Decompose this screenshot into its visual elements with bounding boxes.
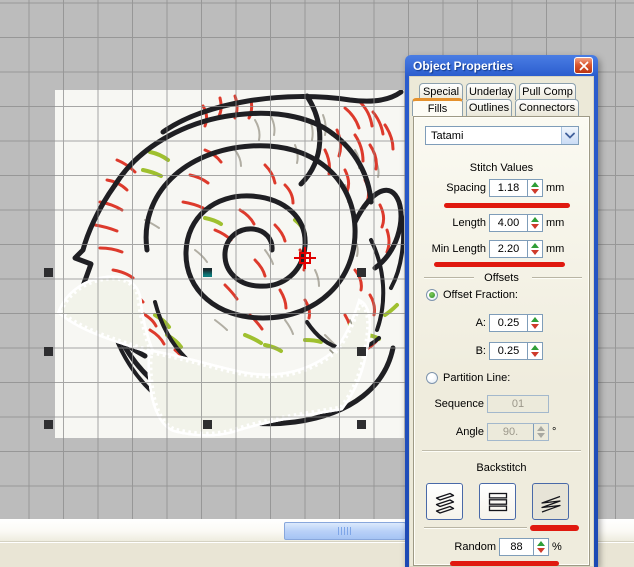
separator <box>424 527 527 529</box>
annotation-underline-random <box>450 561 559 566</box>
angle-row: Angle ° <box>420 423 585 441</box>
tab-outlines[interactable]: Outlines <box>466 99 512 116</box>
spacing-label: Spacing <box>420 182 486 194</box>
fill-type-value: Tatami <box>431 130 463 142</box>
rose-artwork-image[interactable] <box>55 90 404 438</box>
fills-tab-panel: Tatami Stitch Values Spacing mm <box>413 116 590 566</box>
annotation-underline-min-length <box>434 262 565 267</box>
random-unit: % <box>552 541 562 553</box>
offset-a-spinner[interactable] <box>527 315 542 331</box>
sequence-label: Sequence <box>420 398 484 410</box>
partition-line-radio-row[interactable]: Partition Line: <box>426 371 510 385</box>
length-spinner[interactable] <box>527 215 542 231</box>
random-spinner[interactable] <box>533 539 548 555</box>
selection-handle-bottom-left[interactable] <box>44 420 53 429</box>
angle-spinner[interactable] <box>533 424 548 440</box>
offset-fraction-label: Offset Fraction: <box>443 289 518 301</box>
spacing-input[interactable] <box>490 180 527 196</box>
min-length-input[interactable] <box>490 241 527 257</box>
selection-handle-top-left[interactable] <box>44 268 53 277</box>
length-label: Length <box>420 217 486 229</box>
partition-line-label: Partition Line: <box>443 372 510 384</box>
annotation-underline-spacing <box>444 203 570 208</box>
tab-connectors[interactable]: Connectors <box>515 99 579 116</box>
tab-fills[interactable]: Fills <box>412 98 463 116</box>
selection-handle-middle-left[interactable] <box>44 347 53 356</box>
offset-b-field[interactable] <box>489 342 543 360</box>
angle-label: Angle <box>420 426 484 438</box>
dialog-title: Object Properties <box>413 59 513 73</box>
sequence-field[interactable] <box>487 395 549 413</box>
offset-b-label: B: <box>420 345 486 357</box>
length-field[interactable] <box>489 214 543 232</box>
min-length-label: Min Length <box>420 243 486 255</box>
tab-underlay[interactable]: Underlay <box>466 83 516 100</box>
offset-b-row: B: <box>420 342 585 360</box>
backstitch-option-aligned-rows[interactable] <box>479 483 516 520</box>
object-properties-dialog: Object Properties Special Underlay Pull … <box>405 55 598 567</box>
length-input[interactable] <box>490 215 527 231</box>
selection-handle-top-middle[interactable] <box>203 268 212 277</box>
offset-a-row: A: <box>420 314 585 332</box>
dialog-title-bar[interactable]: Object Properties <box>409 55 594 76</box>
angle-unit: ° <box>552 426 556 438</box>
offset-a-input[interactable] <box>490 315 527 331</box>
selection-handle-top-right[interactable] <box>357 268 366 277</box>
backstitch-aligned-rows-icon <box>485 489 511 515</box>
length-row: Length mm <box>420 214 585 232</box>
sequence-input[interactable] <box>488 396 548 412</box>
scrollbar-grip-icon <box>338 527 352 535</box>
selection-handle-middle-right[interactable] <box>357 347 366 356</box>
min-length-spinner[interactable] <box>527 241 542 257</box>
offset-fraction-radio[interactable] <box>426 289 438 301</box>
random-label: Random <box>420 541 496 553</box>
partition-line-radio[interactable] <box>426 372 438 384</box>
backstitch-offset-rows-icon <box>432 489 458 515</box>
offset-a-label: A: <box>420 317 486 329</box>
angle-field[interactable] <box>487 423 549 441</box>
tab-pull-comp[interactable]: Pull Comp <box>519 83 576 100</box>
backstitch-option-offset-rows[interactable] <box>426 483 463 520</box>
selection-handle-bottom-middle[interactable] <box>203 420 212 429</box>
spacing-field[interactable] <box>489 179 543 197</box>
close-button[interactable] <box>574 57 593 74</box>
backstitch-diagonal-rows-icon <box>538 489 564 515</box>
selection-handle-bottom-right[interactable] <box>357 420 366 429</box>
min-length-unit: mm <box>546 243 564 255</box>
scrollbar-thumb[interactable] <box>284 522 406 540</box>
separator <box>422 450 581 452</box>
needle-position-marker <box>294 247 316 269</box>
offset-a-field[interactable] <box>489 314 543 332</box>
application-window: Object Properties Special Underlay Pull … <box>0 0 634 567</box>
angle-input[interactable] <box>488 424 533 440</box>
stitch-values-heading: Stitch Values <box>414 162 589 174</box>
fill-type-dropdown[interactable]: Tatami <box>425 126 579 145</box>
annotation-underline-backstitch <box>530 525 579 531</box>
offset-b-spinner[interactable] <box>527 343 542 359</box>
chevron-down-icon[interactable] <box>561 127 578 144</box>
offsets-heading: Offsets <box>414 272 589 284</box>
offset-b-input[interactable] <box>490 343 527 359</box>
min-length-field[interactable] <box>489 240 543 258</box>
rose-drawing <box>55 90 404 438</box>
offset-fraction-radio-row[interactable]: Offset Fraction: <box>426 288 518 302</box>
close-icon <box>579 61 589 71</box>
random-field[interactable] <box>499 538 549 556</box>
spacing-unit: mm <box>546 182 564 194</box>
spacing-spinner[interactable] <box>527 180 542 196</box>
random-row: Random % <box>420 538 585 556</box>
backstitch-option-diagonal-rows[interactable] <box>532 483 569 520</box>
backstitch-heading: Backstitch <box>414 462 589 474</box>
length-unit: mm <box>546 217 564 229</box>
spacing-row: Spacing mm <box>420 179 585 197</box>
random-input[interactable] <box>500 539 533 555</box>
sequence-row: Sequence <box>420 395 585 413</box>
min-length-row: Min Length mm <box>420 240 585 258</box>
